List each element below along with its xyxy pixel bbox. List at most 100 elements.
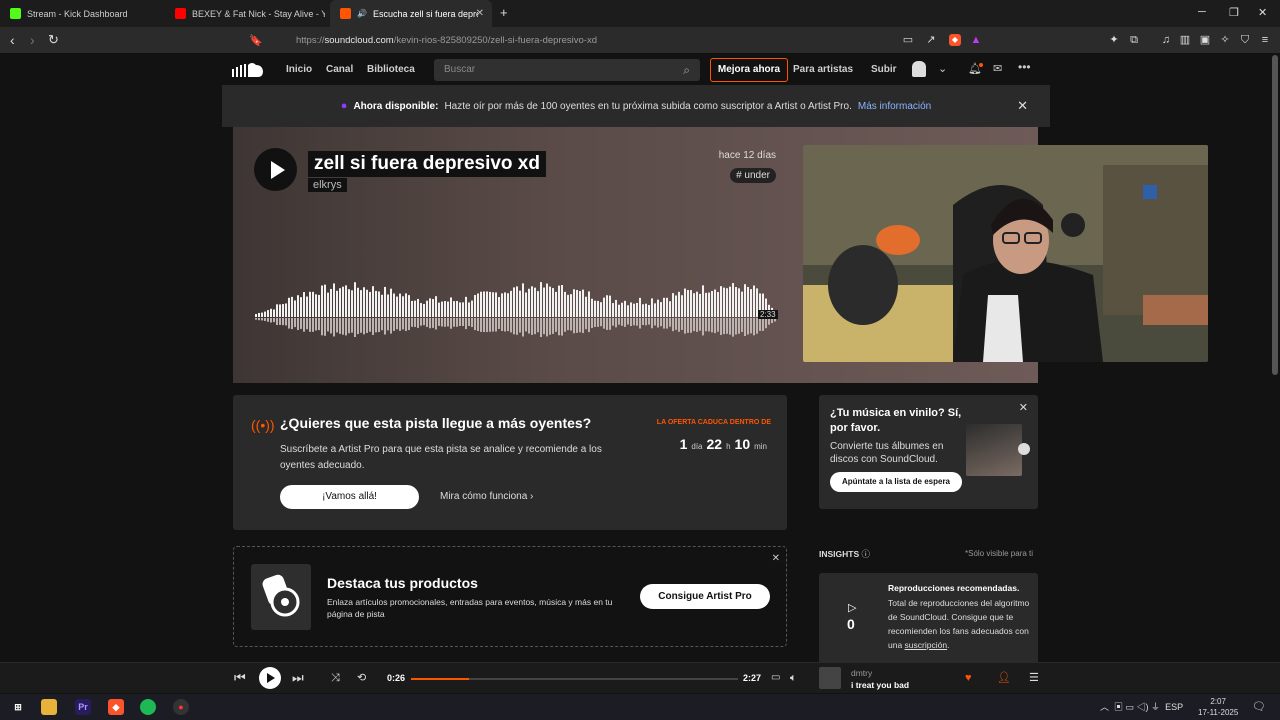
search-input[interactable]: Buscar ⌕	[434, 59, 700, 81]
follow-icon[interactable]: 👤︎	[997, 671, 1011, 685]
language-indicator[interactable]: ESP	[1165, 702, 1183, 712]
now-playing-title[interactable]: i treat you bad	[851, 680, 909, 690]
banner-more-info-link[interactable]: Más información	[858, 101, 931, 112]
nav-subir[interactable]: Subir	[871, 64, 897, 75]
more-icon[interactable]: •••	[1018, 60, 1031, 74]
share-icon[interactable]: ↗	[925, 34, 937, 46]
tab-kick-dashboard[interactable]: Stream - Kick Dashboard	[0, 0, 165, 27]
menu-icon[interactable]: ≡	[1259, 34, 1271, 46]
nav-biblioteca[interactable]: Biblioteca	[367, 64, 415, 75]
close-icon[interactable]: ✕	[1019, 401, 1028, 414]
like-icon[interactable]: ♥	[965, 671, 972, 685]
vpn-icon[interactable]: ⛉	[1239, 34, 1251, 46]
cast-icon[interactable]: ▭	[902, 34, 914, 46]
waveform-bar	[291, 296, 293, 317]
url-field[interactable]: https://soundcloud.com/kevin-rios-825809…	[270, 31, 990, 50]
track-artist[interactable]: elkrys	[308, 178, 347, 192]
wallet-icon[interactable]: ▣	[1199, 34, 1211, 46]
brave-icon[interactable]: ◆	[108, 699, 124, 715]
screenshot-icon[interactable]: ⧉	[1128, 34, 1140, 46]
waveform-reflection-bar	[288, 318, 290, 329]
obs-icon[interactable]: ●	[173, 699, 189, 715]
waveform-bar	[657, 299, 659, 317]
waveform-bar	[621, 302, 623, 317]
waveform-reflection-bar	[759, 318, 761, 331]
file-explorer-icon[interactable]	[41, 699, 57, 715]
soundcloud-logo-icon[interactable]	[232, 61, 264, 77]
tray-expand-icon[interactable]: ︿	[1100, 702, 1109, 712]
upgrade-button[interactable]: Mejora ahora	[710, 58, 788, 82]
windows-start-icon[interactable]: ⊞	[10, 699, 26, 715]
bookmark-icon[interactable]: 🔖	[249, 34, 263, 47]
reload-icon[interactable]: ↻	[48, 32, 59, 48]
previous-icon[interactable]: ⏮	[234, 671, 246, 685]
new-tab-icon[interactable]: +	[500, 5, 508, 20]
banner-emphasis: Ahora disponible:	[353, 100, 439, 112]
close-icon[interactable]: ✕	[1017, 98, 1028, 114]
leo-ai-icon[interactable]: ✧	[1219, 34, 1231, 46]
waveform-reflection-bar	[411, 318, 413, 327]
search-icon[interactable]: ⌕	[683, 59, 690, 81]
avatar[interactable]	[912, 61, 926, 77]
play-button[interactable]	[254, 148, 297, 191]
clock[interactable]: 2:07 17-11-2025	[1198, 696, 1238, 718]
waveform-reflection-bar	[537, 318, 539, 333]
waveform-bar	[537, 291, 539, 317]
waveform-bar	[462, 302, 464, 317]
genre-tag[interactable]: # under	[730, 168, 776, 183]
sidebar-icon[interactable]: ▥	[1179, 34, 1191, 46]
cast-icon[interactable]: ▭	[771, 671, 780, 685]
progress-bar[interactable]	[411, 678, 738, 680]
waitlist-button[interactable]: Apúntate a la lista de espera	[830, 472, 962, 492]
repeat-icon[interactable]: ⟲	[357, 671, 366, 685]
waveform[interactable]	[255, 277, 777, 337]
back-icon[interactable]: ‹	[10, 32, 15, 48]
tray-icons[interactable]: ▣ ▭ ◁) ⏚	[1112, 702, 1163, 712]
nav-para-artistas[interactable]: Para artistas	[793, 64, 853, 75]
forward-icon[interactable]: ›	[30, 32, 35, 48]
player-play-button[interactable]	[259, 667, 281, 689]
tab-soundcloud[interactable]: 🔊 Escucha zell si fuera depresivo ✕	[330, 0, 492, 27]
close-tab-icon[interactable]: ✕	[476, 8, 484, 19]
waveform-bar	[492, 292, 494, 317]
messages-icon[interactable]: ✉	[993, 62, 1002, 75]
waveform-reflection-bar	[453, 318, 455, 327]
waveform-reflection-bar	[339, 318, 341, 334]
brave-shields-icon[interactable]: ◆	[949, 34, 961, 46]
waveform-bar	[636, 302, 638, 317]
waveform-bar	[477, 293, 479, 317]
now-playing-artwork[interactable]	[819, 667, 841, 689]
spotify-icon[interactable]	[140, 699, 156, 715]
volume-icon[interactable]: 🔈︎	[790, 671, 797, 685]
restore-icon[interactable]: ❐	[1229, 6, 1239, 19]
get-artist-pro-button[interactable]: Consigue Artist Pro	[640, 584, 770, 609]
tab-youtube[interactable]: BEXEY & Fat Nick - Stay Alive - YouTu	[165, 0, 325, 27]
premiere-icon[interactable]: Pr	[75, 699, 91, 715]
lets-go-button[interactable]: ¡Vamos allá!	[280, 485, 419, 509]
waveform-reflection-bar	[612, 318, 614, 326]
waveform-reflection-bar	[417, 318, 419, 328]
shuffle-icon[interactable]: ⤨	[331, 671, 340, 685]
music-icon[interactable]: ♫	[1160, 34, 1172, 46]
queue-icon[interactable]: ☰	[1029, 671, 1039, 685]
chevron-down-icon[interactable]: ⌄	[938, 62, 947, 75]
brave-rewards-icon[interactable]: ▲	[970, 34, 982, 46]
notification-center-icon[interactable]: 🗨︎	[1252, 700, 1266, 713]
info-icon[interactable]: ⓘ	[862, 549, 871, 559]
now-playing-artist[interactable]: dmtry	[851, 668, 872, 678]
nav-inicio[interactable]: Inicio	[286, 64, 312, 75]
nav-canal[interactable]: Canal	[326, 64, 353, 75]
minimize-icon[interactable]: ─	[1198, 6, 1206, 18]
close-icon[interactable]: ✕	[772, 553, 780, 564]
close-window-icon[interactable]: ✕	[1258, 6, 1267, 19]
waveform-bar	[420, 303, 422, 317]
waveform-bar	[591, 298, 593, 317]
next-icon[interactable]: ⏭	[292, 671, 304, 685]
waveform-bar	[471, 300, 473, 317]
page-scrollbar[interactable]	[1272, 55, 1278, 375]
waveform-reflection-bar	[489, 318, 491, 332]
waveform-reflection-bar	[726, 318, 728, 334]
how-it-works-link[interactable]: Mira cómo funciona ›	[440, 491, 533, 502]
subscription-link[interactable]: suscripción	[905, 640, 948, 650]
extensions-icon[interactable]: ✦	[1108, 34, 1120, 46]
